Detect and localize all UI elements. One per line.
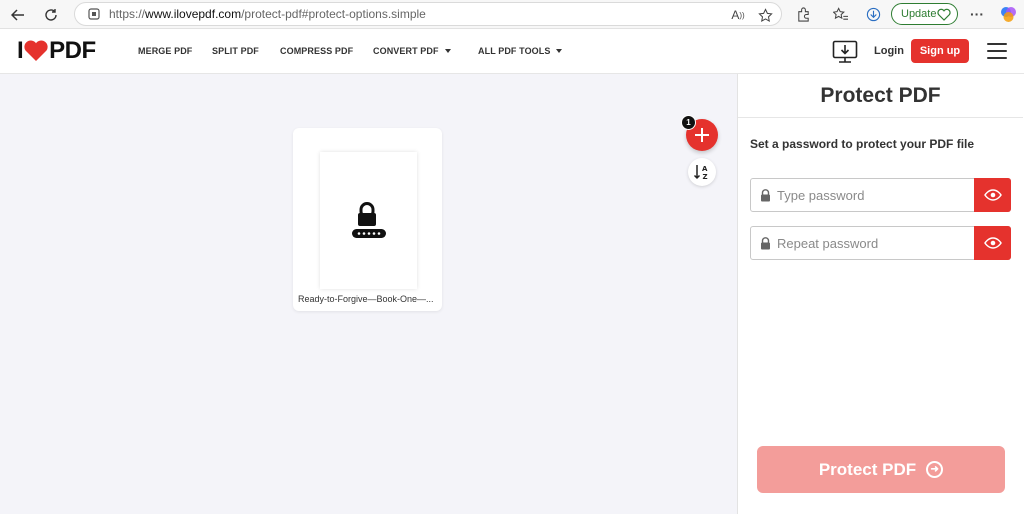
hamburger-menu-icon[interactable] [987, 43, 1007, 59]
eye-icon [983, 237, 1002, 249]
nav-split-pdf[interactable]: SPLIT PDF [212, 46, 259, 56]
heart-icon [24, 40, 48, 61]
plus-icon [695, 128, 709, 142]
svg-text:A: A [702, 165, 708, 173]
more-options-icon[interactable]: ··· [968, 5, 986, 23]
nav-merge-pdf[interactable]: MERGE PDF [138, 46, 192, 56]
favorite-star-icon[interactable] [756, 6, 774, 24]
ilovepdf-logo[interactable]: I PDF [17, 37, 96, 64]
signup-button[interactable]: Sign up [911, 39, 969, 63]
locked-password-icon [351, 201, 386, 238]
password-instruction: Set a password to protect your PDF file [750, 137, 975, 151]
sort-files-button[interactable]: A Z [688, 158, 716, 186]
site-header: I PDF MERGE PDF SPLIT PDF COMPRESS PDF C… [0, 29, 1024, 74]
lock-icon [761, 237, 770, 250]
refresh-icon[interactable] [40, 4, 62, 26]
repeat-password-field [750, 226, 1011, 260]
favorites-icon[interactable] [831, 5, 849, 23]
eye-icon [983, 189, 1002, 201]
protect-options-sidebar: Protect PDF Set a password to protect yo… [737, 74, 1024, 514]
chevron-down-icon [556, 49, 563, 53]
show-repeat-password-button[interactable] [974, 226, 1011, 260]
update-button[interactable]: Update [891, 3, 958, 25]
browser-toolbar: https://www.ilovepdf.com/protect-pdf#pro… [0, 0, 1024, 29]
arrow-right-icon: ➜ [926, 461, 944, 478]
nav-all-pdf-tools[interactable]: ALL PDF TOOLS [478, 46, 563, 56]
address-bar[interactable]: https://www.ilovepdf.com/protect-pdf#pro… [74, 2, 782, 26]
file-thumbnail [320, 152, 417, 289]
site-info-icon[interactable] [87, 7, 101, 21]
nav-convert-pdf[interactable]: CONVERT PDF [373, 46, 451, 56]
logo-text-pdf: PDF [49, 37, 96, 64]
password-field [750, 178, 1011, 212]
lock-icon [761, 189, 770, 202]
nav-compress-pdf[interactable]: COMPRESS PDF [280, 46, 353, 56]
desktop-app-download-icon[interactable] [832, 40, 858, 64]
file-name: Ready-to-Forgive—Book-One—... [298, 294, 434, 304]
extensions-icon[interactable] [794, 5, 812, 23]
svg-text:Z: Z [703, 173, 708, 181]
sort-az-icon: A Z [693, 165, 708, 181]
repeat-password-input[interactable] [777, 233, 967, 253]
chevron-down-icon [444, 49, 451, 53]
show-password-button[interactable] [974, 178, 1011, 212]
protect-pdf-label: Protect PDF [818, 459, 917, 479]
read-aloud-icon[interactable]: A)) [729, 6, 747, 24]
password-input[interactable] [777, 185, 967, 205]
sidebar-title: Protect PDF [820, 84, 941, 107]
file-count-badge: 1 [681, 115, 696, 130]
update-heart-icon [937, 8, 951, 21]
sidebar-divider [738, 117, 1023, 118]
file-card[interactable]: Ready-to-Forgive—Book-One—... [293, 128, 442, 311]
copilot-icon[interactable] [999, 5, 1017, 23]
file-workspace: Ready-to-Forgive—Book-One—... 1 A Z [0, 74, 737, 514]
protect-pdf-button[interactable]: Protect PDF ➜ [757, 446, 1005, 493]
download-icon[interactable] [864, 5, 882, 23]
url-text: https://www.ilovepdf.com/protect-pdf#pro… [109, 7, 426, 21]
back-arrow-icon[interactable] [7, 4, 29, 26]
login-link[interactable]: Login [874, 45, 904, 57]
